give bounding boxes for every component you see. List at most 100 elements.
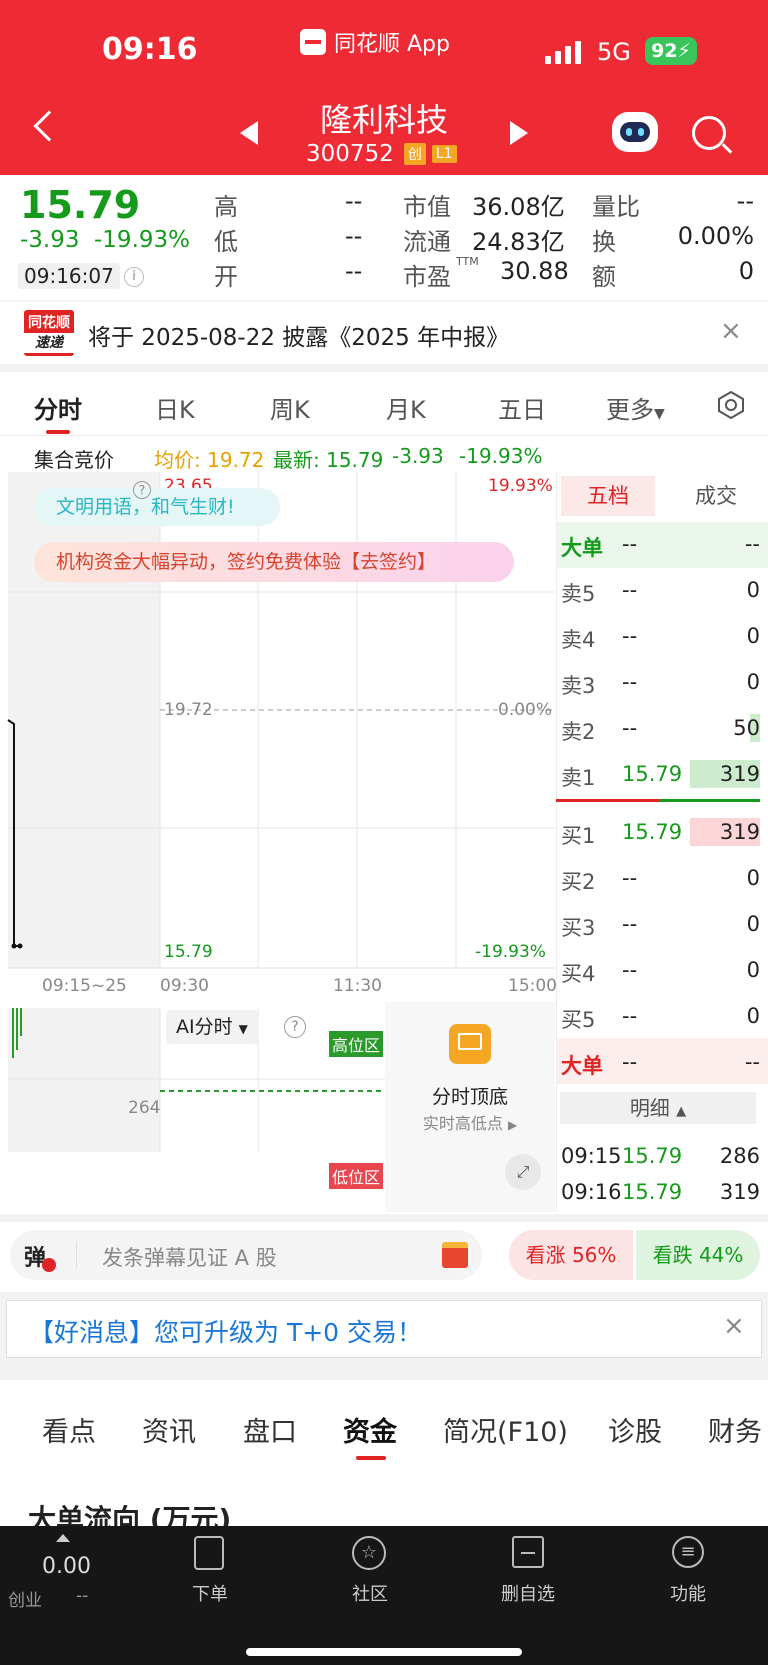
promo-text: 机构资金大幅异动，签约免费体验【去签约】 bbox=[56, 551, 437, 573]
tab-news[interactable]: 资讯 bbox=[142, 1410, 196, 1449]
bid-row-4[interactable]: 买4 -- 0 bbox=[560, 948, 760, 994]
tab-five-levels[interactable]: 五档 bbox=[561, 476, 655, 516]
latest-price: 最新: 15.79 bbox=[273, 448, 384, 472]
bid-label: 买3 bbox=[561, 916, 596, 940]
big-order-value1: -- bbox=[622, 532, 638, 556]
express-logo: 同花顺 速递 bbox=[24, 310, 74, 356]
ai-fenshi-selector[interactable]: AI分时 ▼ bbox=[166, 1010, 258, 1044]
tab-day-k[interactable]: 日K bbox=[155, 390, 195, 425]
bid-row-5[interactable]: 买5 -- 0 bbox=[560, 994, 760, 1040]
tab-financials[interactable]: 财务 bbox=[708, 1410, 762, 1449]
high-zone-label: 高位区 bbox=[329, 1031, 384, 1057]
ask-price: 15.79 bbox=[622, 762, 683, 786]
index-widget[interactable]: 0.00 创业 -- bbox=[6, 1532, 116, 1612]
ai-help-icon[interactable]: ? bbox=[284, 1016, 306, 1038]
battery-icon: 92⚡ bbox=[645, 37, 697, 65]
pe-label: 市盈 bbox=[403, 263, 451, 291]
pe-value: 30.88 bbox=[500, 257, 569, 285]
ask-vol: 319 bbox=[719, 762, 760, 786]
tab-month-k[interactable]: 月K bbox=[386, 390, 426, 425]
ask-price: -- bbox=[622, 578, 638, 602]
dropdown-icon: ▼ bbox=[238, 1022, 248, 1036]
community-icon: ☆ bbox=[352, 1536, 386, 1570]
good-news-banner[interactable]: 【好消息】您可升级为 T+0 交易！ × bbox=[6, 1300, 762, 1358]
tab-week-k[interactable]: 周K bbox=[270, 390, 310, 425]
high-label: 高 bbox=[214, 193, 238, 221]
bid-row-1[interactable]: 买1 15.79 319 bbox=[560, 810, 760, 856]
quote-panel: 15.79 -3.93 -19.93% 09:16:07 i 高 -- 低 --… bbox=[0, 175, 768, 300]
feature-card[interactable]: 分时顶底 实时高低点 ▶ ⤢ bbox=[385, 1002, 555, 1212]
ask-label: 卖3 bbox=[561, 674, 596, 698]
bid-row-3[interactable]: 买3 -- 0 bbox=[560, 902, 760, 948]
ask-label: 卖1 bbox=[561, 766, 596, 790]
info-icon[interactable]: i bbox=[124, 267, 144, 287]
gift-icon[interactable] bbox=[442, 1242, 468, 1268]
home-indicator bbox=[246, 1648, 522, 1656]
spread-divider-green bbox=[660, 799, 760, 802]
bid-label: 买2 bbox=[561, 870, 596, 894]
vote-rise-button[interactable]: 看涨 56% bbox=[509, 1230, 633, 1280]
ask-row-1[interactable]: 卖1 15.79 319 bbox=[560, 752, 760, 798]
functions-nav[interactable]: ≡ 功能 bbox=[638, 1534, 738, 1614]
ask-price: -- bbox=[622, 716, 638, 740]
turnover-label: 换 bbox=[592, 228, 616, 256]
community-nav[interactable]: ☆ 社区 bbox=[320, 1534, 420, 1614]
robot-assistant-icon[interactable] bbox=[612, 112, 658, 152]
pe-sup: TTM bbox=[456, 255, 479, 268]
chat-tip-text: 文明用语，和气生财! bbox=[56, 496, 235, 518]
expand-icon[interactable]: ⤢ bbox=[505, 1154, 541, 1190]
feature-sub: 实时高低点 ▶ bbox=[385, 1110, 555, 1134]
tab-five-day[interactable]: 五日 bbox=[498, 390, 546, 425]
tab-highlights[interactable]: 看点 bbox=[42, 1410, 96, 1449]
search-icon[interactable] bbox=[692, 116, 733, 154]
settings-icon[interactable] bbox=[716, 390, 746, 420]
tab-diagnosis[interactable]: 诊股 bbox=[608, 1410, 662, 1449]
ask-row-4[interactable]: 卖4 -- 0 bbox=[560, 614, 760, 660]
next-stock-icon[interactable] bbox=[510, 121, 528, 145]
detail-toggle[interactable]: 明细 ▲ bbox=[560, 1092, 756, 1124]
close-icon[interactable]: × bbox=[723, 1311, 745, 1341]
avg-price: 均价: 19.72 bbox=[154, 448, 265, 472]
close-icon[interactable]: × bbox=[720, 316, 742, 346]
order-nav[interactable]: 下单 bbox=[160, 1534, 260, 1614]
bid-price: -- bbox=[622, 912, 638, 936]
up-arrow-icon bbox=[56, 1534, 70, 1542]
ask-row-2[interactable]: 卖2 -- 50 bbox=[560, 706, 760, 752]
low-value: -- bbox=[345, 222, 363, 250]
mktcap-value: 36.08亿 bbox=[472, 193, 565, 221]
vote-fall-button[interactable]: 看跌 44% bbox=[636, 1230, 760, 1280]
big-order-value2: -- bbox=[744, 1050, 760, 1074]
battery-level: 92 bbox=[651, 40, 678, 62]
danmu-input[interactable]: 弹 发条弹幕见证 A 股 bbox=[10, 1230, 482, 1280]
vote-fall-label: 看跌 44% bbox=[652, 1243, 744, 1267]
remove-watchlist-nav[interactable]: 删自选 bbox=[478, 1534, 578, 1614]
ask-row-3[interactable]: 卖3 -- 0 bbox=[560, 660, 760, 706]
auction-label: 集合竞价 bbox=[34, 448, 114, 472]
tab-profile[interactable]: 简况(F10) bbox=[443, 1410, 568, 1449]
active-tab-indicator bbox=[356, 1456, 386, 1460]
amount-value: 0 bbox=[738, 257, 754, 285]
signal-icon bbox=[545, 38, 585, 64]
ask-row-5[interactable]: 卖5 -- 0 bbox=[560, 568, 760, 614]
tab-funds[interactable]: 资金 bbox=[343, 1410, 397, 1449]
big-order-bottom: 大单 -- -- bbox=[560, 1040, 760, 1086]
amount-label: 额 bbox=[592, 263, 616, 291]
promo-banner[interactable]: 机构资金大幅异动，签约免费体验【去签约】 bbox=[34, 542, 514, 582]
notice-text: 将于 2025-08-22 披露《2025 年中报》 bbox=[88, 325, 510, 351]
tab-fenshi[interactable]: 分时 bbox=[34, 390, 82, 425]
logo-line1: 同花顺 bbox=[28, 315, 70, 331]
earnings-notice[interactable]: 同花顺 速递 将于 2025-08-22 披露《2025 年中报》 × bbox=[0, 302, 768, 364]
bid-label: 买4 bbox=[561, 962, 596, 986]
app-name-text: 同花顺 App bbox=[334, 32, 450, 57]
bid-vol: 319 bbox=[719, 820, 760, 844]
help-icon[interactable]: ? bbox=[133, 481, 151, 499]
tab-more[interactable]: 更多▼ bbox=[606, 390, 665, 425]
bid-row-2[interactable]: 买2 -- 0 bbox=[560, 856, 760, 902]
chat-tip[interactable]: 文明用语，和气生财! bbox=[34, 488, 280, 526]
volume-label: 264 bbox=[128, 1098, 161, 1118]
tab-trades[interactable]: 成交 bbox=[669, 476, 763, 516]
float-label: 流通 bbox=[403, 228, 451, 256]
spread-divider bbox=[556, 799, 660, 802]
tab-orderbook[interactable]: 盘口 bbox=[243, 1410, 297, 1449]
big-order-value1: -- bbox=[622, 1050, 638, 1074]
